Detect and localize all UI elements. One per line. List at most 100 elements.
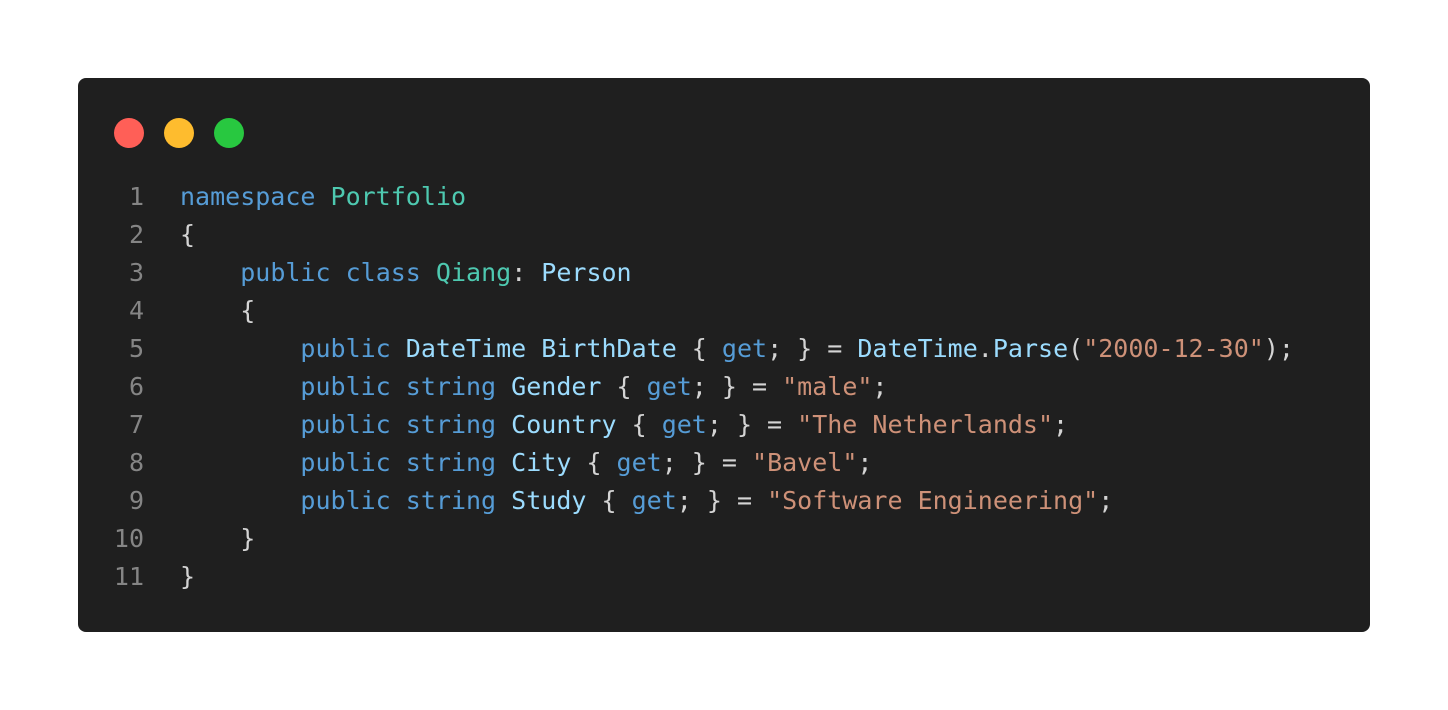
line-source: public string City { get; } = "Bavel"; <box>144 444 872 482</box>
code-line: 4 { <box>78 292 1294 330</box>
code-token: DateTime <box>405 334 527 363</box>
minimize-dot-icon[interactable] <box>164 118 194 148</box>
code-block: 1 namespace Portfolio 2{3 public class Qia… <box>78 178 1294 596</box>
line-number: 11 <box>113 562 144 591</box>
code-line: 7 public string Country { get; } = "The … <box>78 406 1294 444</box>
line-number: 4 <box>128 296 144 325</box>
code-token: { <box>180 220 196 249</box>
code-token: class <box>345 258 421 287</box>
code-token: { <box>616 410 662 439</box>
code-line: 2{ <box>78 216 1294 254</box>
code-token: string <box>405 410 497 439</box>
code-token: get <box>661 410 707 439</box>
code-token: string <box>405 372 497 401</box>
code-line: 6 public string Gender { get; } = "male"… <box>78 368 1294 406</box>
line-source: public string Gender { get; } = "male"; <box>144 368 887 406</box>
code-token: Gender <box>511 372 602 401</box>
line-source: } <box>144 558 195 596</box>
code-token: public <box>300 410 391 439</box>
code-token: ( <box>1068 334 1084 363</box>
code-token: public <box>300 486 391 515</box>
line-number: 5 <box>128 334 144 363</box>
code-token: ; } = <box>767 334 858 363</box>
code-token: Country <box>511 410 617 439</box>
code-token: Study <box>511 486 587 515</box>
line-source: public string Country { get; } = "The Ne… <box>144 406 1068 444</box>
code-line: 9 public string Study { get; } = "Softwa… <box>78 482 1294 520</box>
close-dot-icon[interactable] <box>114 118 144 148</box>
code-token: Qiang <box>435 258 512 287</box>
line-number: 3 <box>128 258 144 287</box>
code-token: ; <box>857 448 873 477</box>
code-token: ; <box>1098 486 1114 515</box>
code-token: ); <box>1263 334 1294 363</box>
line-number: 2 <box>128 220 144 249</box>
code-token: . <box>977 334 993 363</box>
line-source: public string Study { get; } = "Software… <box>144 482 1113 520</box>
code-line: 5 public DateTime BirthDate { get; } = D… <box>78 330 1294 368</box>
maximize-dot-icon[interactable] <box>214 118 244 148</box>
code-token: ; <box>872 372 888 401</box>
line-source: { <box>144 292 255 330</box>
code-token: public <box>300 448 391 477</box>
line-source: namespace Portfolio <box>144 178 466 216</box>
code-token: } <box>180 562 196 591</box>
code-token: ; } = <box>691 372 783 401</box>
code-token: } <box>180 524 256 553</box>
code-line: 8 public string City { get; } = "Bavel"; <box>78 444 1294 482</box>
code-token: { <box>601 372 647 401</box>
line-source: { <box>144 216 195 254</box>
line-number: 7 <box>128 410 144 439</box>
line-source: } <box>144 520 255 558</box>
code-token: City <box>511 448 572 477</box>
code-token: : <box>511 258 542 287</box>
line-number: 8 <box>128 448 144 477</box>
line-number: 9 <box>128 486 144 515</box>
window-controls <box>114 118 244 148</box>
code-token: Parse <box>992 334 1069 363</box>
code-token: "Bavel" <box>752 448 858 477</box>
code-token: { <box>676 334 722 363</box>
code-token: Person <box>541 258 632 287</box>
line-number: 10 <box>113 524 144 553</box>
code-token: Portfolio <box>330 182 466 211</box>
code-token: get <box>631 486 677 515</box>
line-source: public class Qiang: Person <box>144 254 632 292</box>
code-token: string <box>405 448 497 477</box>
line-number: 6 <box>128 372 144 401</box>
code-token: get <box>616 448 662 477</box>
code-token: "The Netherlands" <box>797 410 1054 439</box>
line-source: public DateTime BirthDate { get; } = Dat… <box>144 330 1294 368</box>
code-token: string <box>405 486 497 515</box>
code-token: get <box>721 334 768 363</box>
code-token: public <box>240 258 331 287</box>
code-token: public <box>300 372 391 401</box>
code-line: 3 public class Qiang: Person <box>78 254 1294 292</box>
code-token: BirthDate <box>541 334 677 363</box>
code-token: DateTime <box>857 334 978 363</box>
code-token: { <box>571 448 617 477</box>
code-line: 10 } <box>78 520 1294 558</box>
code-token: "Software Engineering" <box>767 486 1099 515</box>
code-token: "2000-12-30" <box>1083 334 1264 363</box>
code-token: ; } = <box>676 486 768 515</box>
code-window: 1 namespace Portfolio 2{3 public class Qia… <box>78 78 1370 632</box>
